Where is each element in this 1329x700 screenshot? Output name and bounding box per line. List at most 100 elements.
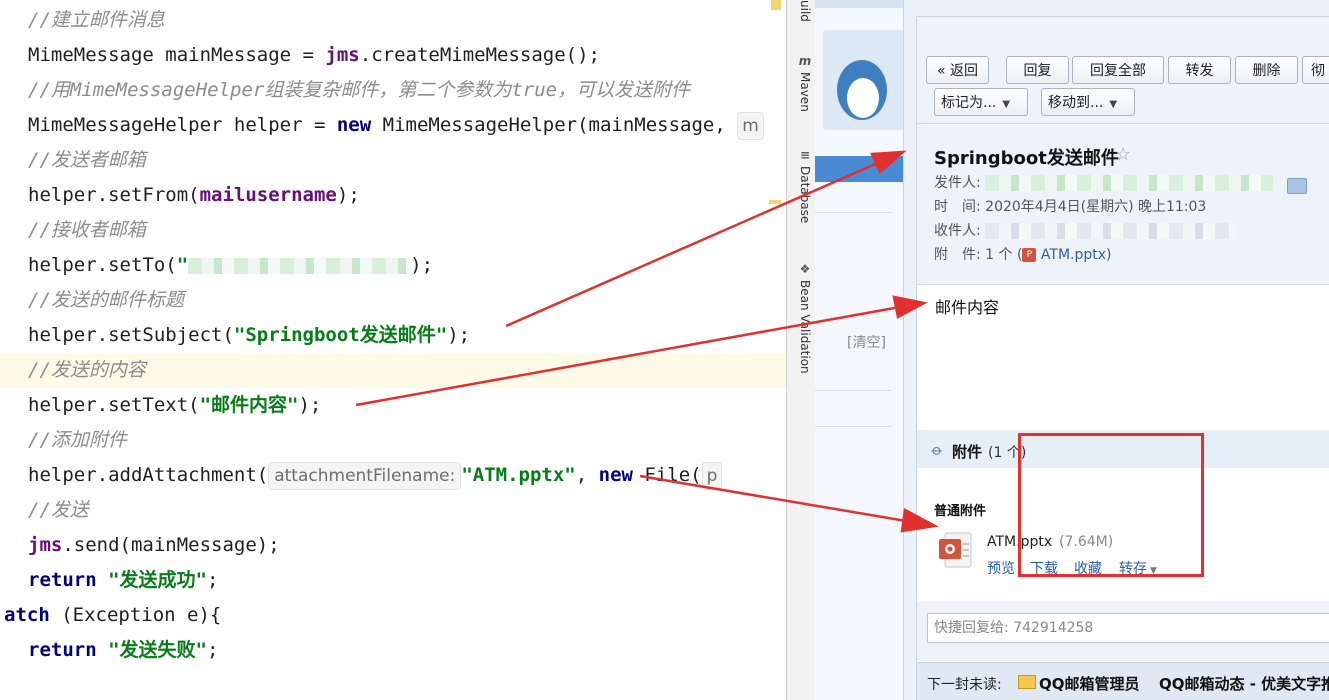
next-unread-sender[interactable]: QQ邮箱管理员 <box>1039 673 1140 694</box>
code-line[interactable]: //添加附件 <box>28 423 786 458</box>
code-line[interactable]: MimeMessage mainMessage = jms.createMime… <box>28 38 786 73</box>
reply-button[interactable]: 回复 <box>1006 56 1069 84</box>
attachment-count: 1 个 ( <box>985 247 1023 263</box>
code-line[interactable]: MimeMessageHelper helper = new MimeMessa… <box>28 108 786 143</box>
time-value: 2020年4月4日(星期六) 晚上11:03 <box>985 199 1207 215</box>
mail-toolbar: « 返回 回复 回复全部 转发 删除 彻 标记为... ▼ 移动到... ▼ <box>917 17 1329 124</box>
contact-card-icon[interactable] <box>1287 178 1307 194</box>
tool-tab-maven[interactable]: m Maven <box>790 54 812 112</box>
mail-body: 邮件内容 <box>935 298 1000 317</box>
annotation-highlight-box <box>1018 433 1204 577</box>
code-line[interactable]: helper.addAttachment(attachmentFilename:… <box>28 458 786 493</box>
next-unread-bar: 下一封未读: QQ邮箱管理员 QQ邮箱动态 - 优美文字推 <box>917 662 1329 700</box>
code-line[interactable]: atch (Exception e){ <box>4 598 786 633</box>
code-line[interactable]: helper.setTo("); <box>28 248 786 283</box>
mark-as-dropdown[interactable]: 标记为... ▼ <box>934 88 1028 116</box>
redacted-sender <box>985 175 1274 191</box>
code-line[interactable]: //用MimeMessageHelper组装复杂邮件，第二个参数为true，可以… <box>28 73 786 108</box>
star-icon[interactable]: ☆ <box>1115 144 1131 165</box>
code-line[interactable]: helper.setFrom(mailusername); <box>28 178 786 213</box>
tool-tab-label: uild <box>798 0 812 22</box>
code-line[interactable]: jms.send(mainMessage); <box>28 528 786 563</box>
code-string: "ATM.pptx" <box>461 464 576 486</box>
code-string: "邮件内容" <box>199 394 299 416</box>
code-text: helper.setTo( <box>28 254 177 276</box>
code-field: jms <box>28 534 63 556</box>
code-text: (Exception e){ <box>49 604 222 626</box>
code-line[interactable]: helper.setText("邮件内容"); <box>28 388 786 423</box>
tool-tab-label: Database <box>798 166 812 224</box>
code-line-current[interactable]: //发送的内容 <box>0 353 786 388</box>
warning-marker[interactable] <box>769 200 781 204</box>
clear-link[interactable]: [清空] <box>847 332 886 352</box>
warning-marker[interactable] <box>771 0 781 10</box>
code-text: helper.setText( <box>28 394 200 416</box>
ide-tool-window-strip: uild m Maven ≡ Database ❖ Bean Validation <box>786 0 816 700</box>
move-to-dropdown[interactable]: 移动到... ▼ <box>1041 88 1135 116</box>
code-keyword: return <box>28 569 97 591</box>
preview-link[interactable]: 预览 <box>987 558 1015 578</box>
mark-as-label: 标记为... <box>941 95 997 111</box>
code-text: helper.setFrom( <box>28 184 200 206</box>
code-comment: //添加附件 <box>28 429 127 451</box>
attachment-link[interactable]: ATM.pptx <box>1041 247 1106 263</box>
pptx-file-icon[interactable] <box>939 531 973 569</box>
tool-tab-build[interactable]: uild <box>790 0 812 22</box>
pptx-icon: P <box>1022 248 1037 262</box>
code-line[interactable]: return "发送失败"; <box>28 633 786 668</box>
attachment-label: 附 件: <box>934 247 981 263</box>
move-to-label: 移动到... <box>1048 95 1104 111</box>
code-string: "发送失败" <box>108 639 207 661</box>
side-panel-header <box>815 0 903 8</box>
delete-button[interactable]: 删除 <box>1235 56 1298 84</box>
code-line[interactable]: //发送 <box>28 493 786 528</box>
mail-content-frame: « 返回 回复 回复全部 转发 删除 彻 标记为... ▼ 移动到... ▼ Spr… <box>916 16 1329 700</box>
tool-tab-bean-validation[interactable]: ❖ Bean Validation <box>790 262 812 374</box>
code-line[interactable]: //发送的邮件标题 <box>28 283 786 318</box>
back-button[interactable]: « 返回 <box>926 56 989 84</box>
code-text: ; <box>206 569 219 591</box>
divider <box>815 426 891 427</box>
code-line[interactable]: helper.setSubject("Springboot发送邮件"); <box>28 318 786 353</box>
from-label: 发件人: <box>934 175 981 191</box>
code-string: "发送成功" <box>108 569 207 591</box>
to-row: 收件人: <box>934 220 1236 240</box>
to-label: 收件人: <box>934 223 981 239</box>
code-field: jms <box>325 44 360 66</box>
code-line[interactable]: //发送者邮箱 <box>28 143 786 178</box>
chevron-down-icon: ▼ <box>1002 99 1011 110</box>
attachment-close-paren: ) <box>1106 247 1112 263</box>
delete-permanently-button[interactable]: 彻 <box>1302 56 1329 84</box>
code-comment: //发送的邮件标题 <box>28 289 184 311</box>
code-text: .createMimeMessage(); <box>359 44 600 66</box>
code-editor[interactable]: //建立邮件消息 MimeMessage mainMessage = jms.c… <box>0 0 786 700</box>
forward-button[interactable]: 转发 <box>1168 56 1231 84</box>
code-text: ); <box>336 184 360 206</box>
code-keyword: return <box>28 639 97 661</box>
time-label: 时 间: <box>934 199 981 215</box>
code-line[interactable]: //建立邮件消息 <box>28 3 786 38</box>
code-keyword: new <box>336 114 372 136</box>
code-text: ); <box>298 394 322 416</box>
paperclip-icon: ⌀ <box>927 440 948 460</box>
code-text: ); <box>447 324 471 346</box>
side-nav-selected[interactable] <box>815 156 903 182</box>
code-text: helper.setSubject( <box>28 324 234 346</box>
divider <box>815 390 891 391</box>
redacted-recipient <box>985 223 1236 239</box>
quick-reply-input[interactable]: 快捷回复给: 742914258 <box>927 613 1329 643</box>
code-text: MimeMessageHelper(mainMessage, <box>371 114 738 136</box>
next-unread-subject[interactable]: QQ邮箱动态 - 优美文字推 <box>1159 673 1329 694</box>
mail-side-panel: [清空] <box>815 0 904 700</box>
attachment-title: 附件 <box>952 443 983 461</box>
normal-attachments-heading: 普通附件 <box>934 504 987 519</box>
envelope-icon <box>1018 675 1036 689</box>
code-line[interactable]: return "发送成功"; <box>28 563 786 598</box>
code-text: .send(mainMessage); <box>62 534 280 556</box>
database-icon: ≡ <box>799 148 811 162</box>
tool-tab-database[interactable]: ≡ Database <box>790 148 812 223</box>
reply-all-button[interactable]: 回复全部 <box>1072 56 1164 84</box>
redacted-email <box>188 257 411 274</box>
code-text: MimeMessage mainMessage = <box>28 44 326 66</box>
code-line[interactable]: //接收者邮箱 <box>28 213 786 248</box>
